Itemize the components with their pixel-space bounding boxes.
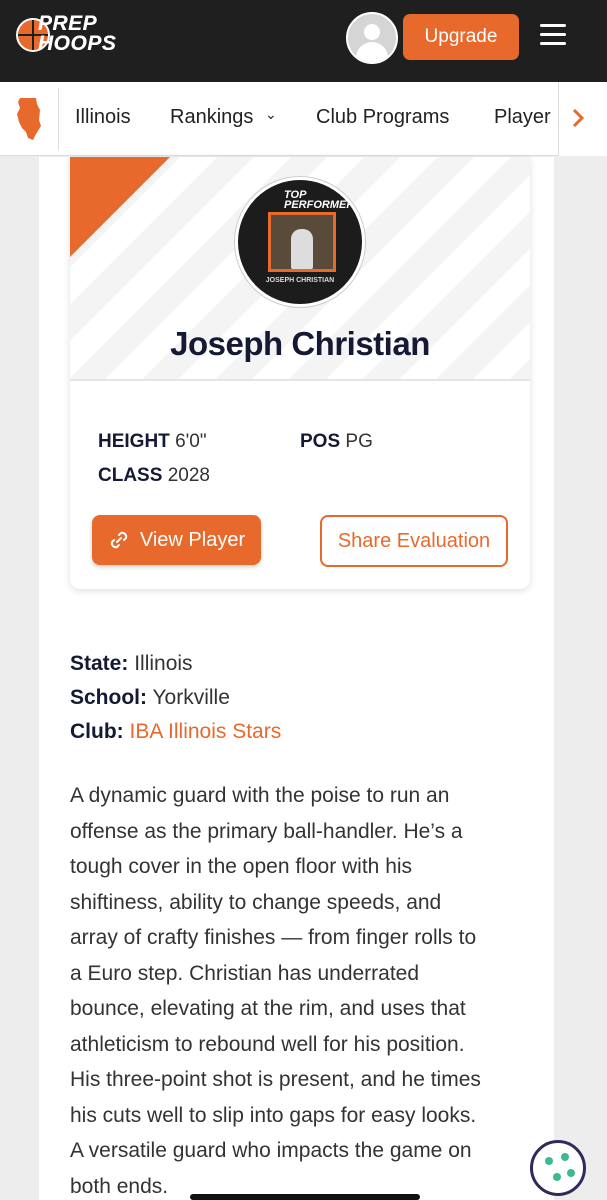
- evaluation-text: A dynamic guard with the poise to run an…: [70, 778, 540, 1200]
- school-info: School: Yorkville: [70, 686, 230, 710]
- chevron-down-icon: ⌄: [264, 106, 277, 122]
- player-card-hero: TOP PERFORMER JOSEPH CHRISTIAN Joseph Ch…: [70, 157, 530, 381]
- state-label: State:: [70, 652, 129, 675]
- logo-text: PREP HOOPS: [38, 12, 133, 55]
- evaluation-line: offense as the primary ball-handler. He’…: [70, 819, 463, 843]
- player-photo[interactable]: TOP PERFORMER JOSEPH CHRISTIAN: [235, 177, 365, 307]
- club-link[interactable]: IBA Illinois Stars: [130, 720, 282, 743]
- club-label: Club:: [70, 720, 124, 743]
- nav-item-club-programs[interactable]: Club Programs: [316, 106, 449, 129]
- nav-item-player[interactable]: Player: [494, 106, 551, 129]
- height-stat: HEIGHT 6'0": [98, 431, 207, 453]
- evaluation-line: shiftiness, ability to change speeds, an…: [70, 890, 442, 914]
- logo-line-2: HOOPS: [38, 32, 117, 55]
- player-name: Joseph Christian: [170, 325, 430, 362]
- nav-item-rankings-label: Rankings: [170, 106, 254, 128]
- player-card: TOP PERFORMER JOSEPH CHRISTIAN Joseph Ch…: [70, 157, 530, 589]
- evaluation-line: array of crafty finishes — from finger r…: [70, 926, 477, 949]
- orange-corner-accent: [70, 157, 170, 257]
- view-player-label: View Player: [139, 528, 246, 551]
- prep-hoops-logo[interactable]: PREP HOOPS: [16, 12, 131, 62]
- evaluation-line: his cuts well to slip into gaps for easy…: [70, 1103, 477, 1127]
- avatar-head-shape: [364, 24, 380, 40]
- home-indicator[interactable]: [190, 1194, 420, 1200]
- hamburger-menu-icon[interactable]: [540, 24, 566, 46]
- school-value: Yorkville: [152, 686, 230, 709]
- cookie-settings-icon[interactable]: [530, 1140, 586, 1196]
- avatar-shoulders-shape: [356, 42, 388, 62]
- class-stat: CLASS 2028: [98, 465, 210, 487]
- pos-label: POS: [300, 431, 341, 452]
- nav-item-rankings[interactable]: Rankings ⌄: [170, 106, 277, 129]
- subnav-divider: [58, 88, 59, 150]
- evaluation-line: bounce, elevating at the rim, and uses t…: [70, 997, 466, 1020]
- evaluation-line: a Euro step. Christian has underrated: [70, 961, 420, 985]
- photo-frame: [268, 212, 336, 272]
- photo-caption: JOSEPH CHRISTIAN: [265, 277, 335, 284]
- state-value: Illinois: [134, 652, 193, 675]
- top-header: PREP HOOPS Upgrade: [0, 0, 607, 82]
- user-avatar[interactable]: [346, 12, 398, 64]
- height-value: 6'0": [175, 431, 207, 452]
- class-value: 2028: [167, 465, 210, 486]
- pos-value: PG: [345, 431, 373, 452]
- chevron-right-icon[interactable]: [570, 106, 586, 130]
- class-label: CLASS: [98, 465, 163, 486]
- state-info: State: Illinois: [70, 652, 193, 676]
- evaluation-line: A dynamic guard with the poise to run an: [70, 784, 450, 807]
- evaluation-line: A versatile guard who impacts the game o…: [70, 1139, 472, 1162]
- illinois-state-icon: [17, 98, 41, 140]
- view-player-button[interactable]: View Player: [92, 515, 261, 565]
- school-label: School:: [70, 686, 147, 709]
- link-icon: [110, 531, 128, 549]
- nav-item-illinois[interactable]: Illinois: [75, 106, 131, 129]
- player-image: [291, 229, 313, 269]
- club-info: Club: IBA Illinois Stars: [70, 720, 281, 744]
- evaluation-line: tough cover in the open floor with his: [70, 855, 413, 878]
- state-subnav: Illinois Rankings ⌄ Club Programs Player: [0, 82, 607, 156]
- photo-badge: TOP PERFORMER: [284, 189, 355, 211]
- share-evaluation-button[interactable]: Share Evaluation: [320, 515, 508, 567]
- height-label: HEIGHT: [98, 431, 170, 452]
- evaluation-line: His three-point shot is present, and he …: [70, 1068, 481, 1091]
- evaluation-line: athleticism to rebound well for his posi…: [70, 1032, 465, 1056]
- upgrade-button[interactable]: Upgrade: [403, 14, 519, 60]
- position-stat: POS PG: [300, 431, 373, 453]
- logo-line-1: PREP: [38, 12, 98, 35]
